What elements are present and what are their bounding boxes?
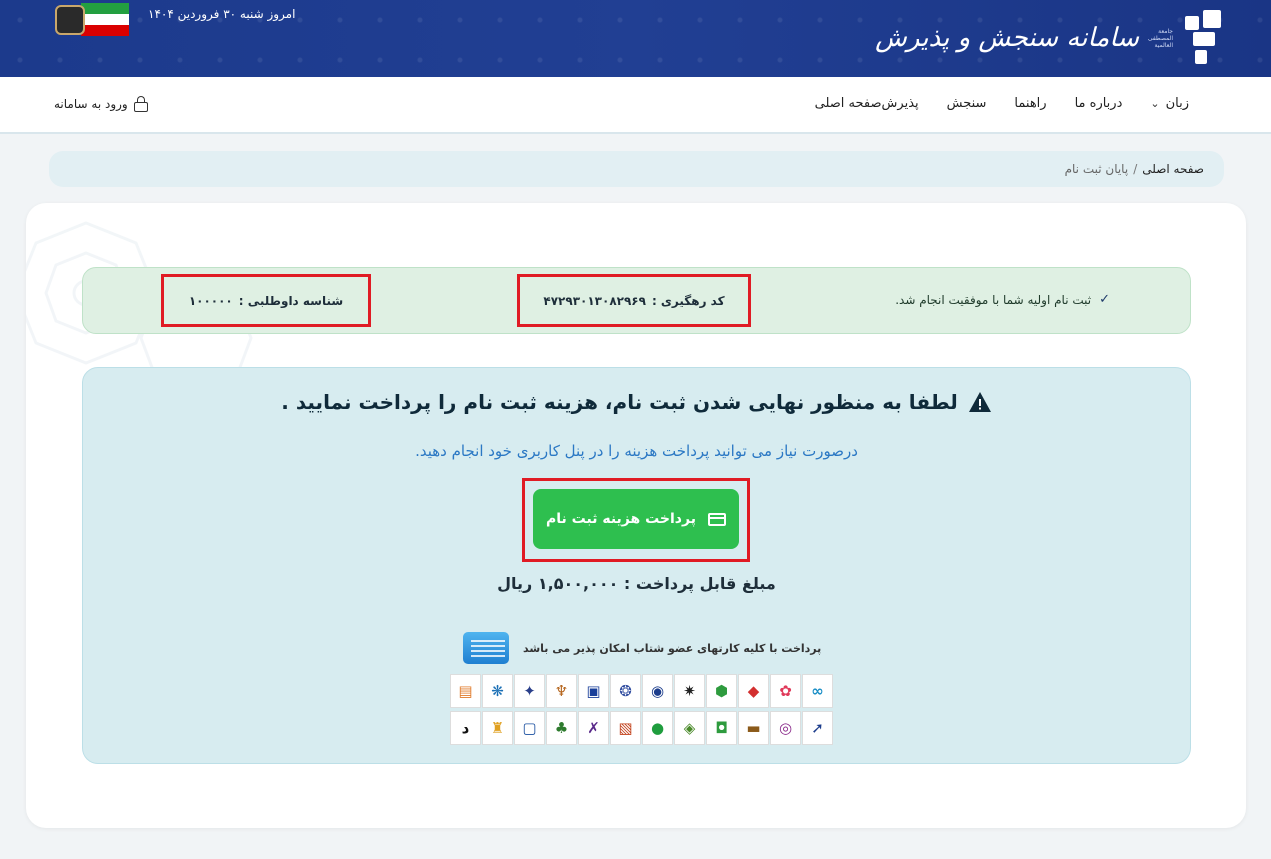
applicant-id-value: ۱۰۰۰۰۰ bbox=[188, 293, 233, 308]
payment-title: لطفا به منظور نهایی شدن ثبت نام، هزینه ث… bbox=[83, 390, 1190, 414]
bank-logo-row: ∞ ✿ ◆ ⬢ ✷ ◉ ❂ ▣ ♆ ✦ ❋ ▤ bbox=[439, 674, 833, 708]
bank-logo-22-icon: ▢ bbox=[514, 711, 545, 745]
logo-mark-icon bbox=[1181, 10, 1221, 66]
nav-admission[interactable]: پذیرش bbox=[882, 96, 919, 111]
pay-button-label: پرداخت هزینه ثبت نام bbox=[546, 511, 696, 527]
pay-button-highlight: پرداخت هزینه ثبت نام bbox=[522, 478, 750, 562]
warning-icon bbox=[968, 391, 992, 413]
bank-logo-17-icon: ◈ bbox=[674, 711, 705, 745]
bank-logo-23-icon: ♜ bbox=[482, 711, 513, 745]
success-text: ثبت نام اولیه شما با موفقیت انجام شد. bbox=[895, 292, 1092, 307]
nav-guide[interactable]: راهنما bbox=[1014, 96, 1046, 111]
bank-logo-20-icon: ✗ bbox=[578, 711, 609, 745]
pay-registration-fee-button[interactable]: پرداخت هزینه ثبت نام bbox=[533, 489, 739, 549]
bank-logo-21-icon: ♣ bbox=[546, 711, 577, 745]
tracking-value: ۴۷۲۹۳۰۱۳۰۸۲۹۶۹ bbox=[543, 293, 646, 308]
breadcrumb-home[interactable]: صفحه اصلی bbox=[1142, 162, 1204, 176]
payable-amount: مبلغ قابل پرداخت : ۱,۵۰۰,۰۰۰ ریال bbox=[497, 574, 776, 593]
bank-logo-13-icon: ➚ bbox=[802, 711, 833, 745]
nav-language[interactable]: زبان ⌄ bbox=[1150, 96, 1189, 111]
applicant-id-label: شناسه داوطلبی : bbox=[238, 293, 344, 308]
bank-logo-2-icon: ✿ bbox=[770, 674, 801, 708]
bank-logo-4-icon: ⬢ bbox=[706, 674, 737, 708]
payment-subtitle: درصورت نیاز می توانید پرداخت هزینه را در… bbox=[415, 442, 858, 460]
bank-logo-9-icon: ♆ bbox=[546, 674, 577, 708]
shetab-logo-icon bbox=[463, 632, 509, 664]
site-logo[interactable]: جامعة المصطفی العالمیة سامانه سنجش و پذی… bbox=[875, 8, 1221, 68]
tracking-label: کد رهگیری : bbox=[651, 293, 725, 308]
applicant-id: شناسه داوطلبی : ۱۰۰۰۰۰ bbox=[161, 274, 371, 327]
bank-logo-row: ➚ ◎ ▬ ◘ ◈ ● ▧ ✗ ♣ ▢ ♜ د bbox=[439, 711, 833, 745]
main-card: ✓ ثبت نام اولیه شما با موفقیت انجام شد. … bbox=[26, 203, 1246, 828]
payment-panel: لطفا به منظور نهایی شدن ثبت نام، هزینه ث… bbox=[82, 367, 1191, 764]
bank-logo-6-icon: ◉ bbox=[642, 674, 673, 708]
nav-menu: صفحه اصلی پذیرش سنجش راهنما درباره ما زب… bbox=[815, 96, 1217, 111]
check-icon: ✓ bbox=[1099, 292, 1110, 307]
credit-card-icon bbox=[707, 512, 726, 526]
nav-language-label: زبان bbox=[1165, 96, 1189, 111]
breadcrumb-separator: / bbox=[1133, 162, 1138, 176]
bank-logo-3-icon: ◆ bbox=[738, 674, 769, 708]
bank-logo-1-icon: ∞ bbox=[802, 674, 833, 708]
shetab-text: پرداخت با کلیه کارتهای عضو شتاب امکان پذ… bbox=[523, 641, 822, 655]
tracking-code: کد رهگیری : ۴۷۲۹۳۰۱۳۰۸۲۹۶۹ bbox=[517, 274, 751, 327]
chevron-down-icon: ⌄ bbox=[1150, 97, 1160, 110]
logo-subtitle: جامعة المصطفی العالمیة bbox=[1147, 27, 1173, 49]
bank-logo-24-icon: د bbox=[450, 711, 481, 745]
login-link[interactable]: ورود به سامانه bbox=[54, 96, 148, 112]
bank-logos: ∞ ✿ ◆ ⬢ ✷ ◉ ❂ ▣ ♆ ✦ ❋ ▤ ➚ ◎ ▬ ◘ ◈ ● ▧ ✗ ♣ ▢ ♜ د bbox=[439, 674, 833, 748]
nav-assessment[interactable]: سنجش bbox=[947, 96, 987, 111]
bank-logo-19-icon: ▧ bbox=[610, 711, 641, 745]
success-panel: ✓ ثبت نام اولیه شما با موفقیت انجام شد. … bbox=[82, 267, 1191, 334]
breadcrumb: صفحه اصلی / پایان ثبت نام bbox=[49, 151, 1224, 187]
main-nav: صفحه اصلی پذیرش سنجش راهنما درباره ما زب… bbox=[0, 77, 1271, 134]
bank-logo-15-icon: ▬ bbox=[738, 711, 769, 745]
bank-logo-16-icon: ◘ bbox=[706, 711, 737, 745]
bank-logo-7-icon: ❂ bbox=[610, 674, 641, 708]
logo-title: سامانه سنجش و پذیرش bbox=[875, 23, 1139, 53]
bank-logo-8-icon: ▣ bbox=[578, 674, 609, 708]
shetab-note: پرداخت با کلیه کارتهای عضو شتاب امکان پذ… bbox=[463, 632, 821, 664]
login-label: ورود به سامانه bbox=[54, 97, 128, 111]
breadcrumb-current: پایان ثبت نام bbox=[1064, 162, 1129, 176]
bank-logo-5-icon: ✷ bbox=[674, 674, 705, 708]
bank-logo-12-icon: ▤ bbox=[450, 674, 481, 708]
success-message: ✓ ثبت نام اولیه شما با موفقیت انجام شد. bbox=[895, 292, 1110, 307]
bank-logo-11-icon: ❋ bbox=[482, 674, 513, 708]
bank-logo-18-icon: ● bbox=[642, 711, 673, 745]
bank-logo-10-icon: ✦ bbox=[514, 674, 545, 708]
nav-about[interactable]: درباره ما bbox=[1075, 96, 1123, 111]
nav-home[interactable]: صفحه اصلی bbox=[815, 96, 882, 111]
lock-icon bbox=[133, 96, 148, 112]
top-header: جامعة المصطفی العالمیة سامانه سنجش و پذی… bbox=[0, 0, 1271, 77]
current-date: امروز شنبه ۳۰ فروردین ۱۴۰۴ bbox=[148, 7, 296, 21]
emblem-icon bbox=[55, 5, 85, 35]
bank-logo-14-icon: ◎ bbox=[770, 711, 801, 745]
iran-flag-icon bbox=[55, 3, 129, 36]
payment-title-text: لطفا به منظور نهایی شدن ثبت نام، هزینه ث… bbox=[281, 390, 958, 414]
